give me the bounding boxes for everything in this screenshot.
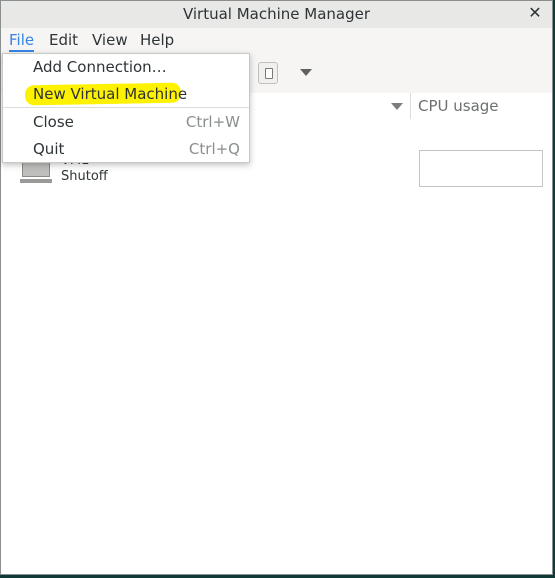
menu-item-new-virtual-machine[interactable]: New Virtual Machine bbox=[3, 81, 249, 107]
menu-item-shortcut: Ctrl+Q bbox=[188, 140, 240, 158]
menu-file[interactable]: File bbox=[9, 31, 35, 52]
title-bar: Virtual Machine Manager ✕ bbox=[1, 1, 552, 29]
vm-list: VM1 Shutoff bbox=[1, 119, 552, 574]
window-title: Virtual Machine Manager bbox=[182, 5, 371, 23]
menu-view[interactable]: View bbox=[92, 31, 128, 49]
menu-bar: File Edit View Help bbox=[1, 28, 552, 54]
close-icon[interactable]: ✕ bbox=[526, 4, 544, 22]
menu-item-quit[interactable]: Quit Ctrl+Q bbox=[3, 136, 249, 162]
column-divider bbox=[410, 93, 411, 119]
menu-item-label: Add Connection… bbox=[33, 58, 167, 76]
menu-separator bbox=[3, 107, 249, 108]
menu-item-shortcut: Ctrl+W bbox=[185, 113, 240, 131]
cpu-usage-graph bbox=[419, 150, 543, 187]
file-menu-dropdown: Add Connection… New Virtual Machine Clos… bbox=[2, 53, 250, 163]
chevron-down-icon[interactable] bbox=[300, 69, 312, 76]
sort-chevron-down-icon[interactable] bbox=[391, 103, 403, 110]
menu-item-label: Quit bbox=[33, 140, 65, 158]
menu-item-label: New Virtual Machine bbox=[33, 85, 188, 103]
column-cpu-usage[interactable]: CPU usage bbox=[418, 97, 499, 115]
delete-vm-button[interactable] bbox=[258, 62, 278, 84]
vm-state: Shutoff bbox=[61, 169, 108, 184]
menu-help[interactable]: Help bbox=[140, 31, 174, 49]
app-window: Virtual Machine Manager ✕ File Edit View… bbox=[0, 0, 553, 575]
menu-item-label: Close bbox=[33, 113, 74, 131]
menu-item-add-connection[interactable]: Add Connection… bbox=[3, 54, 249, 80]
menu-edit[interactable]: Edit bbox=[49, 31, 78, 49]
menu-item-close[interactable]: Close Ctrl+W bbox=[3, 109, 249, 135]
delete-icon bbox=[265, 68, 273, 79]
